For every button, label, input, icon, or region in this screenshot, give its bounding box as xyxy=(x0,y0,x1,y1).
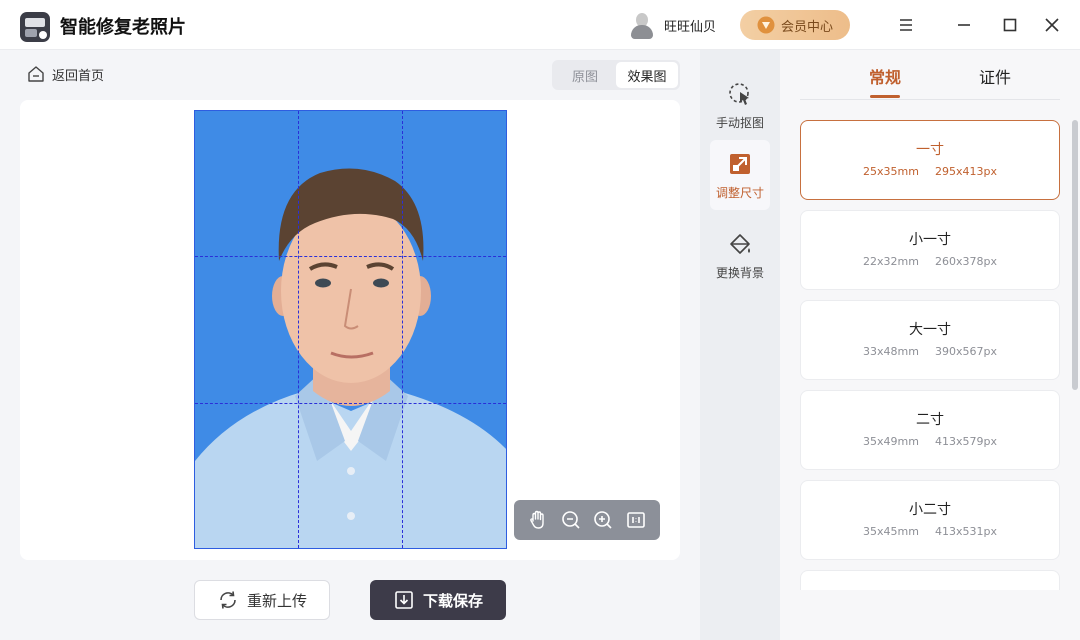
tool-change-background-label: 更换背景 xyxy=(715,265,764,280)
size-option[interactable]: 二寸 35x49mm 413x579px xyxy=(800,390,1060,470)
size-option-name: 小二寸 xyxy=(909,502,951,518)
zoom-out-icon[interactable] xyxy=(559,508,583,532)
size-option-name: 一寸 xyxy=(916,142,944,158)
size-option-dimensions: 33x48mm 390x567px xyxy=(801,345,1059,358)
size-option-px: 260x378px xyxy=(934,255,997,268)
resize-icon xyxy=(730,153,750,174)
size-option-dimensions: 35x49mm 413x579px xyxy=(801,435,1059,448)
title-bar: 智能修复老照片 旺旺仙贝 会员中心 xyxy=(0,0,1080,50)
back-home-label: 返回首页 xyxy=(52,68,105,84)
id-photo-preview[interactable] xyxy=(194,110,507,549)
size-tabs: 常规 证件 xyxy=(800,50,1060,100)
size-option-dimensions: 35x45mm 413x531px xyxy=(801,525,1059,538)
reupload-label: 重新上传 xyxy=(246,591,307,610)
size-option-mm: 35x49mm xyxy=(863,435,919,448)
minimize-icon[interactable] xyxy=(952,13,976,37)
photo-canvas xyxy=(20,100,680,560)
paint-bucket-icon xyxy=(730,233,750,254)
app-title: 智能修复老照片 xyxy=(60,17,186,38)
size-option-name: 二寸 xyxy=(916,412,944,428)
active-tab-indicator xyxy=(870,95,900,98)
size-option[interactable]: 大一寸 33x48mm 390x567px xyxy=(800,300,1060,380)
maximize-icon[interactable] xyxy=(998,13,1022,37)
close-icon[interactable] xyxy=(1040,13,1064,37)
original-view-option[interactable]: 原图 xyxy=(554,62,616,88)
zoom-in-icon[interactable] xyxy=(591,508,615,532)
size-option-mm: 22x32mm xyxy=(863,255,919,268)
size-option[interactable]: 一寸 25x35mm 295x413px xyxy=(800,120,1060,200)
refresh-icon xyxy=(220,591,236,609)
size-option-dimensions: 22x32mm 260x378px xyxy=(801,255,1059,268)
zoom-toolbar xyxy=(514,500,660,540)
size-option-mm: 35x45mm xyxy=(863,525,919,538)
size-option-name: 大一寸 xyxy=(909,322,951,338)
guide-line-horizontal xyxy=(195,403,506,404)
size-list-scrollbar[interactable] xyxy=(1072,120,1078,390)
app-logo-icon xyxy=(20,12,50,42)
guide-line-vertical xyxy=(298,111,299,548)
reupload-button[interactable]: 重新上传 xyxy=(194,580,330,620)
fit-screen-icon[interactable] xyxy=(624,508,648,532)
view-toggle: 原图 效果图 xyxy=(552,60,680,90)
size-option-px: 413x579px xyxy=(934,435,997,448)
size-option-dimensions: 25x35mm 295x413px xyxy=(801,165,1059,178)
download-save-button[interactable]: 下载保存 xyxy=(370,580,506,620)
size-option-mm: 33x48mm xyxy=(863,345,919,358)
download-save-label: 下载保存 xyxy=(422,591,483,610)
manual-cutout-icon xyxy=(729,82,749,105)
tab-regular[interactable]: 常规 xyxy=(869,64,901,88)
size-option-partial[interactable] xyxy=(800,570,1060,590)
size-panel: 常规 证件 一寸 25x35mm 295x413px 小一寸 22x32mm 260… xyxy=(780,50,1080,640)
tool-manual-cutout[interactable]: 手动抠图 xyxy=(710,70,770,140)
size-option[interactable]: 小一寸 22x32mm 260x378px xyxy=(800,210,1060,290)
guide-line-horizontal xyxy=(195,256,506,257)
hand-icon[interactable] xyxy=(526,508,550,532)
tool-resize-label: 调整尺寸 xyxy=(715,185,764,200)
size-option-px: 413x531px xyxy=(934,525,997,538)
guide-line-vertical xyxy=(402,111,403,548)
vip-center-label: 会员中心 xyxy=(780,19,833,35)
vip-center-button[interactable]: 会员中心 xyxy=(740,10,850,40)
user-avatar[interactable] xyxy=(628,11,656,39)
back-home-link[interactable]: 返回首页 xyxy=(26,64,104,84)
tab-id-photo[interactable]: 证件 xyxy=(979,64,1011,88)
size-option-name: 小一寸 xyxy=(909,232,951,248)
tool-manual-cutout-label: 手动抠图 xyxy=(715,115,764,130)
size-option-px: 390x567px xyxy=(934,345,997,358)
portrait-image xyxy=(195,111,506,548)
vip-diamond-icon xyxy=(757,16,775,34)
size-option-mm: 25x35mm xyxy=(863,165,919,178)
home-icon xyxy=(28,66,44,82)
user-name[interactable]: 旺旺仙贝 xyxy=(664,16,716,35)
result-view-option[interactable]: 效果图 xyxy=(616,62,678,88)
size-option-px: 295x413px xyxy=(934,165,997,178)
tool-resize[interactable]: 调整尺寸 xyxy=(710,140,770,210)
size-option[interactable]: 小二寸 35x45mm 413x531px xyxy=(800,480,1060,560)
tool-change-background[interactable]: 更换背景 xyxy=(710,220,770,290)
menu-icon[interactable] xyxy=(894,13,918,37)
download-icon xyxy=(395,591,413,609)
tool-column: 手动抠图 调整尺寸 更换背景 xyxy=(700,50,780,640)
